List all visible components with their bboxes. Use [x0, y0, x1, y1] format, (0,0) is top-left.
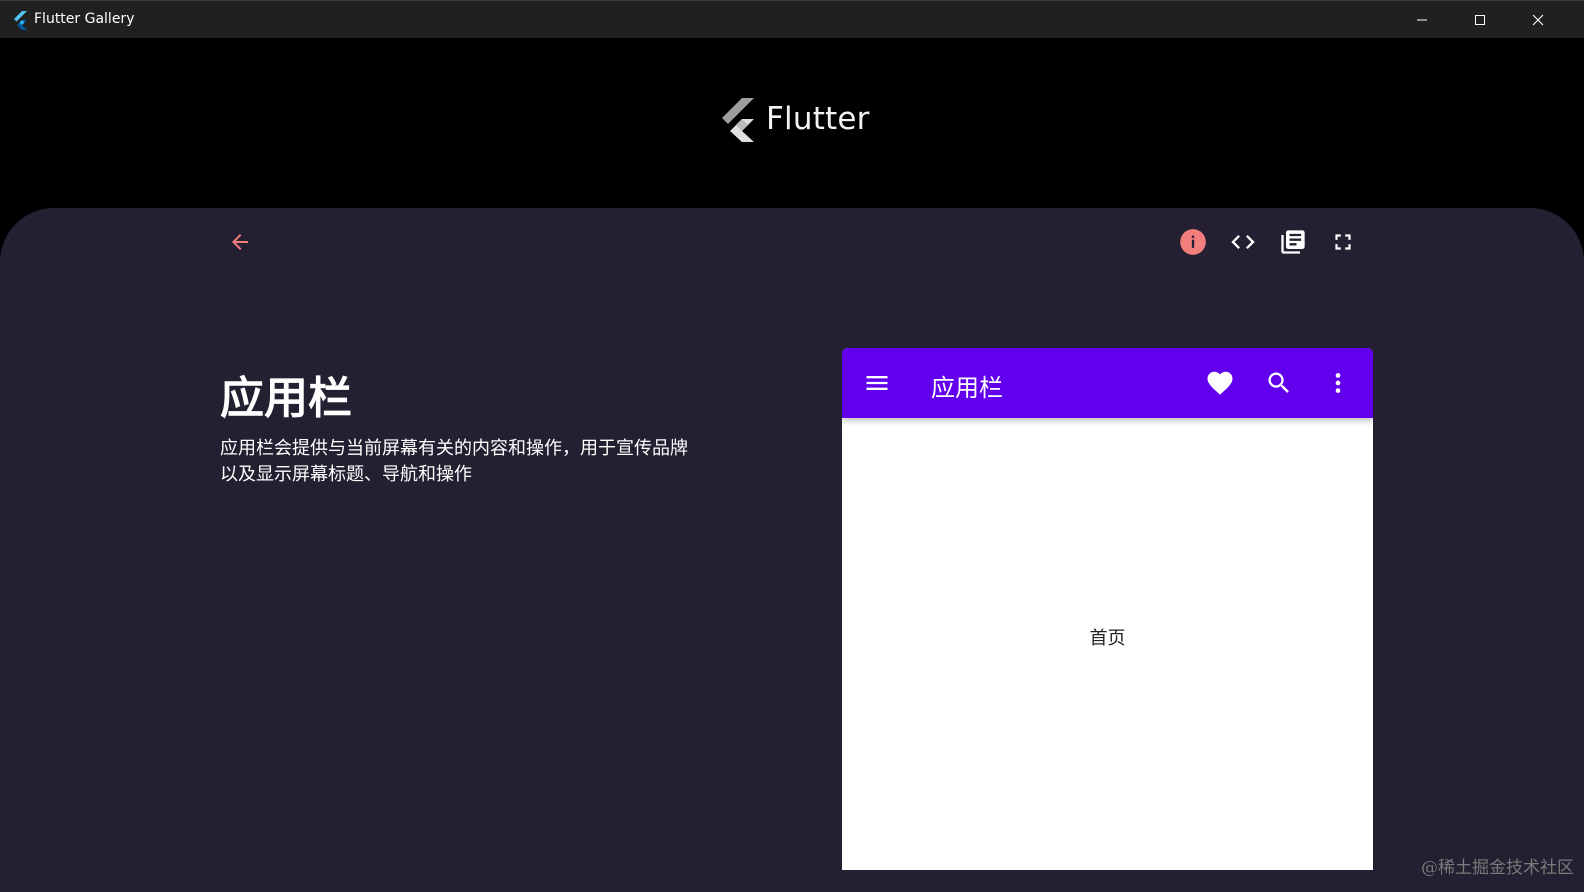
menu-button[interactable]: [861, 367, 893, 399]
close-icon: [1532, 14, 1544, 25]
close-button[interactable]: [1509, 1, 1567, 38]
minimize-button[interactable]: [1393, 1, 1451, 38]
preview-body-text: 首页: [1089, 628, 1126, 649]
fullscreen-button[interactable]: [1327, 226, 1359, 258]
info-icon: [1180, 229, 1206, 255]
preview-appbar: 应用栏: [842, 348, 1373, 418]
page-description: 应用栏会提供与当前屏幕有关的内容和操作，用于宣传品牌以及显示屏幕标题、导航和操作: [220, 438, 688, 485]
favorite-icon: [1207, 371, 1233, 395]
flutter-brand: Flutter: [718, 96, 870, 142]
search-button[interactable]: [1263, 367, 1295, 399]
documentation-button[interactable]: [1277, 226, 1309, 258]
code-icon: [1231, 235, 1255, 249]
fullscreen-icon: [1335, 234, 1351, 250]
watermark: @稀土掘金技术社区: [1421, 858, 1574, 878]
info-button[interactable]: [1177, 226, 1209, 258]
demo-preview: 应用栏 首页: [842, 348, 1373, 870]
library-books-icon: [1281, 230, 1305, 254]
window-title: Flutter Gallery: [34, 11, 135, 27]
menu-icon: [866, 376, 888, 390]
back-button[interactable]: [224, 226, 256, 258]
window-titlebar: Flutter Gallery: [0, 0, 1584, 38]
arrow-back-icon: [232, 234, 248, 250]
maximize-icon: [1475, 14, 1485, 25]
favorite-button[interactable]: [1204, 367, 1236, 399]
brand-name: Flutter: [766, 101, 870, 137]
maximize-button[interactable]: [1451, 1, 1509, 38]
more-options-button[interactable]: [1322, 367, 1354, 399]
search-icon: [1268, 372, 1289, 393]
more-vert-icon: [1335, 373, 1341, 393]
minimize-icon: [1417, 19, 1427, 20]
page-title: 应用栏: [220, 373, 352, 424]
flutter-app-icon: [14, 11, 27, 30]
code-button[interactable]: [1227, 226, 1259, 258]
flutter-logo-icon: [722, 98, 754, 142]
appbar-title: 应用栏: [931, 374, 1003, 402]
